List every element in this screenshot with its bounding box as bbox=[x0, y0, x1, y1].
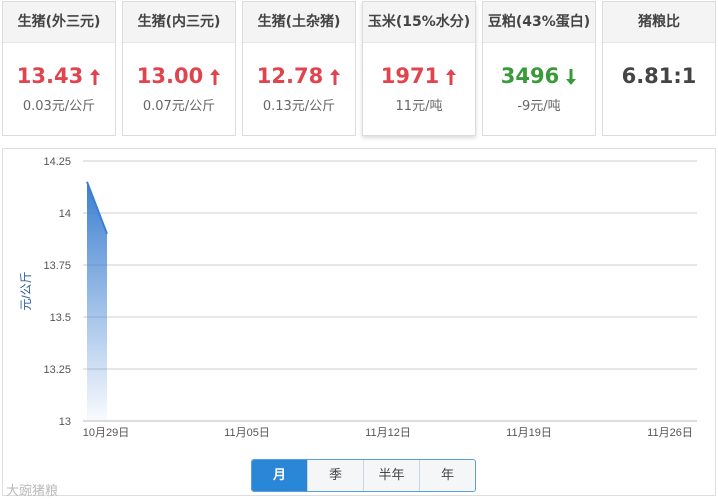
x-tick-label: 11月12日 bbox=[365, 427, 411, 439]
price-change: 11元/吨 bbox=[395, 99, 443, 114]
price-card[interactable]: 玉米(15%水分) 1971 11元/吨 bbox=[362, 1, 476, 136]
arrow-down-icon bbox=[566, 69, 577, 85]
y-axis-label: 元/公斤 bbox=[19, 271, 33, 310]
price-value: 6.81:1 bbox=[621, 64, 697, 88]
range-selector: 月 季 半年 年 bbox=[251, 459, 476, 492]
arrow-up-icon bbox=[446, 69, 457, 85]
series-area bbox=[87, 181, 107, 421]
x-tick-label: 11月19日 bbox=[506, 427, 552, 439]
y-tick-label: 14.25 bbox=[43, 156, 71, 168]
y-tick-label: 13 bbox=[59, 416, 71, 428]
price-chart: 14.25 14 13.75 13.5 13.25 13 10月29日 11月05日 11月12… bbox=[19, 156, 697, 439]
price-card-title: 豆粕(43%蛋白) bbox=[483, 2, 595, 43]
price-card[interactable]: 生猪(外三元) 13.43 0.03元/公斤 bbox=[2, 1, 116, 136]
price-value: 13.43 bbox=[16, 64, 84, 88]
price-card-title: 生猪(土杂猪) bbox=[243, 2, 355, 43]
y-tick-label: 13.5 bbox=[50, 312, 71, 324]
arrow-up-icon bbox=[330, 69, 341, 85]
price-card[interactable]: 豆粕(43%蛋白) 3496 -9元/吨 bbox=[482, 1, 596, 136]
price-change: -9元/吨 bbox=[517, 99, 561, 114]
watermark: 大豌猪粮 bbox=[6, 484, 59, 499]
x-tick-label: 11月26日 bbox=[647, 427, 693, 439]
range-half-year-button[interactable]: 半年 bbox=[363, 460, 419, 491]
price-value: 3496 bbox=[500, 64, 560, 88]
price-card-title: 生猪(内三元) bbox=[123, 2, 235, 43]
range-month-button[interactable]: 月 bbox=[252, 460, 307, 491]
x-tick-label: 10月29日 bbox=[83, 427, 129, 439]
chart-panel: 14.25 14 13.75 13.5 13.25 13 10月29日 11月05日 11月12… bbox=[2, 148, 716, 496]
arrow-up-icon bbox=[210, 69, 221, 85]
y-tick-label: 14 bbox=[59, 208, 71, 220]
price-change: 0.07元/公斤 bbox=[142, 99, 216, 114]
price-value: 1971 bbox=[380, 64, 440, 88]
price-card[interactable]: 猪粮比 6.81:1 bbox=[602, 1, 716, 136]
price-card[interactable]: 生猪(内三元) 13.00 0.07元/公斤 bbox=[122, 1, 236, 136]
y-tick-label: 13.25 bbox=[43, 364, 71, 376]
price-value: 12.78 bbox=[256, 64, 324, 88]
range-quarter-button[interactable]: 季 bbox=[307, 460, 363, 491]
price-change: 0.13元/公斤 bbox=[262, 99, 336, 114]
price-card[interactable]: 生猪(土杂猪) 12.78 0.13元/公斤 bbox=[242, 1, 356, 136]
price-card-title: 生猪(外三元) bbox=[3, 2, 115, 43]
x-tick-label: 11月05日 bbox=[224, 427, 270, 439]
price-card-title: 猪粮比 bbox=[603, 2, 715, 43]
price-change: 0.03元/公斤 bbox=[22, 99, 96, 114]
arrow-up-icon bbox=[90, 69, 101, 85]
price-value: 13.00 bbox=[136, 64, 204, 88]
range-year-button[interactable]: 年 bbox=[419, 460, 475, 491]
price-card-title: 玉米(15%水分) bbox=[363, 2, 475, 43]
y-tick-label: 13.75 bbox=[43, 260, 71, 272]
